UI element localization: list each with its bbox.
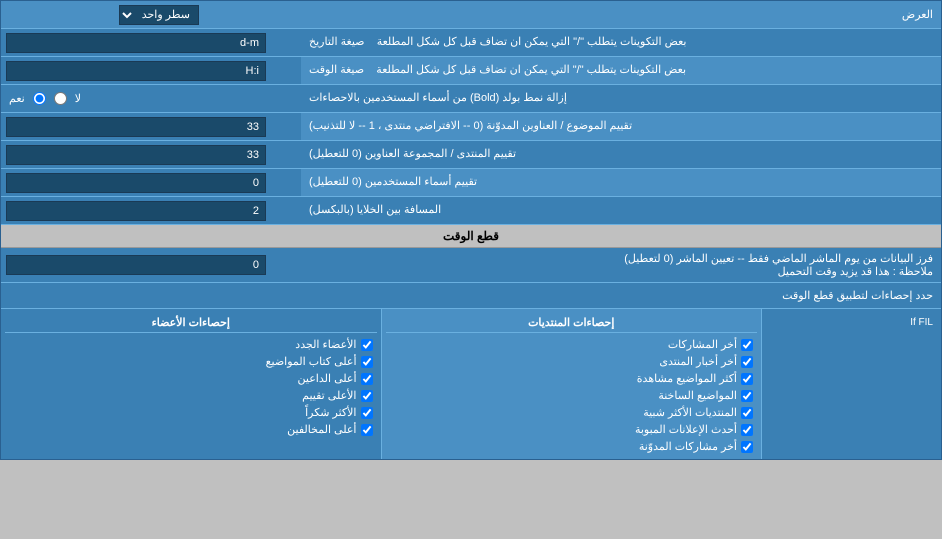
date-format-input-cell <box>1 29 301 56</box>
checkbox-top-violators[interactable] <box>361 424 373 436</box>
display-label: العرض <box>309 8 933 21</box>
stats-item-top-violators: أعلى المخالفين <box>5 421 377 438</box>
cell-spacing-input[interactable] <box>6 201 266 221</box>
forum-stats-header: إحصاءات المنتديات <box>386 313 758 333</box>
stats-limit-row: حدد إحصاءات لتطبيق قطع الوقت <box>1 283 941 309</box>
stats-item-top-posters: أعلى كتاب المواضيع <box>5 353 377 370</box>
forum-rating-label: تقييم المنتدى / المجموعة العناوين (0 للت… <box>301 141 941 168</box>
forum-rating-row: تقييم المنتدى / المجموعة العناوين (0 للت… <box>1 141 941 169</box>
cutoff-row: فرز البيانات من يوم الماشر الماضي فقط --… <box>1 248 941 283</box>
cutoff-input[interactable] <box>6 255 266 275</box>
stats-item-top-rated: الأعلى تقييم <box>5 387 377 404</box>
bold-remove-row: إزالة نمط بولد (Bold) من أسماء المستخدمي… <box>1 85 941 113</box>
date-format-row: بعض التكوينات يتطلب "/" التي يمكن ان تضا… <box>1 29 941 57</box>
stats-columns: If FIL إحصاءات المنتديات أخر المشاركات أ… <box>1 309 941 459</box>
checkbox-forum-news[interactable] <box>741 356 753 368</box>
stats-col-empty: If FIL <box>761 309 941 459</box>
forum-rating-input[interactable] <box>6 145 266 165</box>
time-format-row: بعض التكوينات يتطلب "/" التي يمكن ان تضا… <box>1 57 941 85</box>
radio-no-label: لا <box>75 92 81 105</box>
cell-spacing-row: المسافة بين الخلايا (بالبكسل) <box>1 197 941 225</box>
stats-item-blog-posts: أخر مشاركات المدوّنة <box>386 438 758 455</box>
topic-rating-input-cell <box>1 113 301 140</box>
time-format-input-cell <box>1 57 301 84</box>
username-rating-row: تقييم أسماء المستخدمين (0 للتعطيل) <box>1 169 941 197</box>
checkbox-similar-forums[interactable] <box>741 407 753 419</box>
checkbox-new-members[interactable] <box>361 339 373 351</box>
date-format-input[interactable] <box>6 33 266 53</box>
stats-item-most-thanked: الأكثر شكراً <box>5 404 377 421</box>
stats-item-last-posts: أخر المشاركات <box>386 336 758 353</box>
stats-item-new-members: الأعضاء الجدد <box>5 336 377 353</box>
stats-col-members: إحصاءات الأعضاء الأعضاء الجدد أعلى كتاب … <box>1 309 381 459</box>
cell-spacing-label: المسافة بين الخلايا (بالبكسل) <box>301 197 941 224</box>
time-format-input[interactable] <box>6 61 266 81</box>
stats-item-forum-news: أخر أخبار المنتدى <box>386 353 758 370</box>
checkbox-classified-ads[interactable] <box>741 424 753 436</box>
username-rating-label: تقييم أسماء المستخدمين (0 للتعطيل) <box>301 169 941 196</box>
bold-remove-radio-cell: لا نعم <box>1 85 301 112</box>
time-format-label: بعض التكوينات يتطلب "/" التي يمكن ان تضا… <box>301 57 941 84</box>
stats-limit-label: حدد إحصاءات لتطبيق قطع الوقت <box>9 289 933 302</box>
topic-rating-input[interactable] <box>6 117 266 137</box>
cutoff-section-header: قطع الوقت <box>1 225 941 248</box>
username-rating-input-cell <box>1 169 301 196</box>
bold-remove-label: إزالة نمط بولد (Bold) من أسماء المستخدمي… <box>301 85 941 112</box>
checkbox-hot-topics[interactable] <box>741 390 753 402</box>
topic-rating-row: تقييم الموضوع / العناوين المدوّنة (0 -- … <box>1 113 941 141</box>
cell-spacing-input-cell <box>1 197 301 224</box>
cutoff-label: فرز البيانات من يوم الماشر الماضي فقط --… <box>301 248 941 282</box>
checkbox-blog-posts[interactable] <box>741 441 753 453</box>
forum-rating-input-cell <box>1 141 301 168</box>
checkbox-most-thanked[interactable] <box>361 407 373 419</box>
stats-item-hot-topics: المواضيع الساخنة <box>386 387 758 404</box>
checkbox-top-inviters[interactable] <box>361 373 373 385</box>
cutoff-input-cell <box>1 252 301 278</box>
checkbox-last-posts[interactable] <box>741 339 753 351</box>
radio-yes[interactable] <box>33 92 46 105</box>
checkbox-top-posters[interactable] <box>361 356 373 368</box>
display-select[interactable]: سطر واحد سطران ثلاثة أسطر <box>119 5 199 25</box>
radio-yes-label: نعم <box>9 92 25 105</box>
main-container: العرض سطر واحد سطران ثلاثة أسطر بعض التك… <box>0 0 942 460</box>
radio-no[interactable] <box>54 92 67 105</box>
member-stats-header: إحصاءات الأعضاء <box>5 313 377 333</box>
if-fil-text: If FIL <box>766 313 937 332</box>
stats-item-similar-forums: المنتديات الأكثر شبية <box>386 404 758 421</box>
stats-item-most-viewed: أكثر المواضيع مشاهدة <box>386 370 758 387</box>
username-rating-input[interactable] <box>6 173 266 193</box>
display-row: العرض سطر واحد سطران ثلاثة أسطر <box>1 1 941 29</box>
checkbox-top-rated[interactable] <box>361 390 373 402</box>
date-format-label: بعض التكوينات يتطلب "/" التي يمكن ان تضا… <box>301 29 941 56</box>
display-select-cell: سطر واحد سطران ثلاثة أسطر <box>9 5 309 25</box>
stats-item-top-inviters: أعلى الداعين <box>5 370 377 387</box>
stats-col-forums: إحصاءات المنتديات أخر المشاركات أخر أخبا… <box>381 309 762 459</box>
stats-item-classified-ads: أحدث الإعلانات المبوبة <box>386 421 758 438</box>
checkbox-most-viewed[interactable] <box>741 373 753 385</box>
topic-rating-label: تقييم الموضوع / العناوين المدوّنة (0 -- … <box>301 113 941 140</box>
